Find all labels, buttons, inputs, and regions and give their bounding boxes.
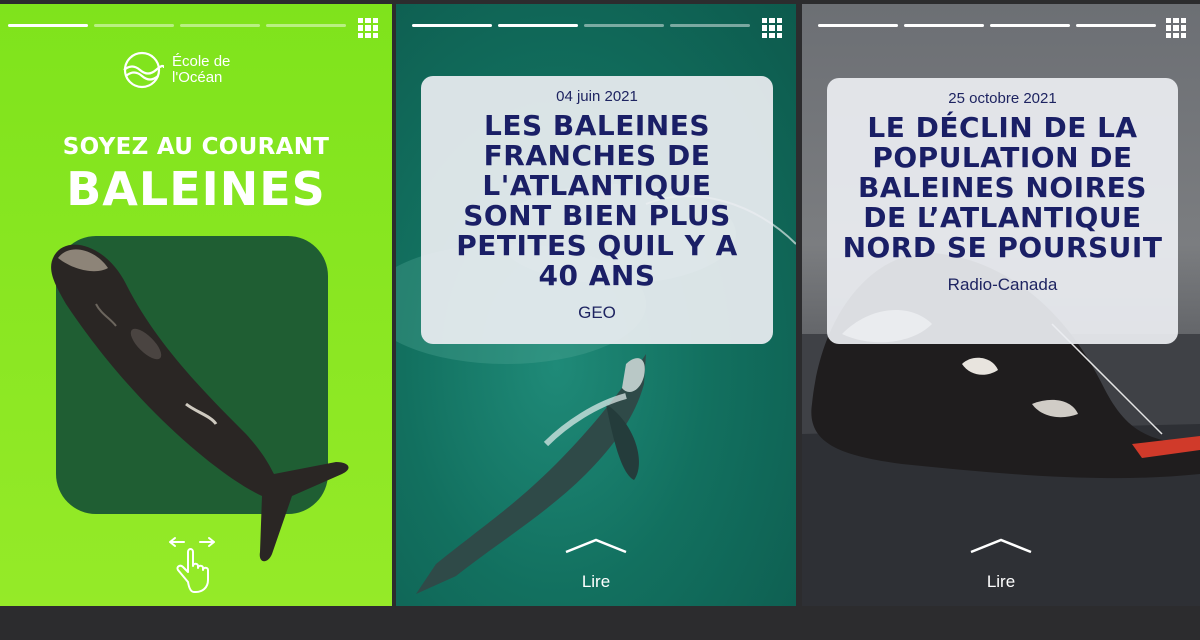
story-panel-article-2[interactable]: 25 octobre 2021 LE DÉCLIN DE LA POPULATI… [802, 4, 1200, 606]
article-date: 25 octobre 2021 [948, 90, 1057, 107]
article-date: 04 juin 2021 [556, 88, 638, 105]
logo-mark-icon [123, 51, 164, 89]
swipe-hand-icon [169, 537, 215, 593]
ecole-ocean-logo: École de l'Océan [120, 50, 230, 90]
article-title: LE DÉCLIN DE LA POPULATION DE BALEINES N… [842, 111, 1163, 264]
read-label: Lire [581, 572, 611, 591]
read-label: Lire [986, 572, 1016, 591]
story-progress [412, 24, 750, 27]
article-title: LES BALEINES FRANCHES DE L'ATLANTIQUE SO… [456, 109, 738, 292]
progress-segment [498, 24, 578, 27]
intro-heading-big: BALEINES [66, 162, 326, 216]
progress-segment [584, 24, 664, 27]
article-source: GEO [578, 303, 616, 322]
progress-segment [266, 24, 346, 27]
story-progress [8, 24, 346, 27]
story-panel-intro[interactable]: École de l'Océan SOYEZ AU COURANT BALEIN… [0, 4, 392, 606]
progress-segment [818, 24, 898, 27]
intro-heading-small: SOYEZ AU COURANT [62, 134, 330, 160]
grid-menu-icon[interactable] [358, 18, 378, 38]
progress-segment [670, 24, 750, 27]
progress-segment [412, 24, 492, 27]
progress-segment [180, 24, 260, 27]
story-panel-article-1[interactable]: 04 juin 2021 LES BALEINES FRANCHES DE L'… [396, 4, 796, 606]
progress-segment [904, 24, 984, 27]
article-card[interactable]: 04 juin 2021 LES BALEINES FRANCHES DE L'… [421, 76, 773, 344]
progress-segment [8, 24, 88, 27]
chevron-up-icon [970, 538, 1032, 554]
story-progress [818, 24, 1156, 27]
logo-text-line1: École de [172, 53, 231, 70]
progress-segment [990, 24, 1070, 27]
progress-segment [94, 24, 174, 27]
article-card[interactable]: 25 octobre 2021 LE DÉCLIN DE LA POPULATI… [827, 78, 1178, 344]
chevron-up-icon [565, 538, 627, 554]
read-button[interactable]: Lire [396, 538, 796, 592]
grid-menu-icon[interactable] [1166, 18, 1186, 38]
progress-segment [1076, 24, 1156, 27]
grid-menu-icon[interactable] [762, 18, 782, 38]
read-button[interactable]: Lire [802, 538, 1200, 592]
whale-image [51, 244, 349, 562]
article-source: Radio-Canada [947, 275, 1058, 294]
logo-text-line2: l'Océan [172, 69, 223, 86]
